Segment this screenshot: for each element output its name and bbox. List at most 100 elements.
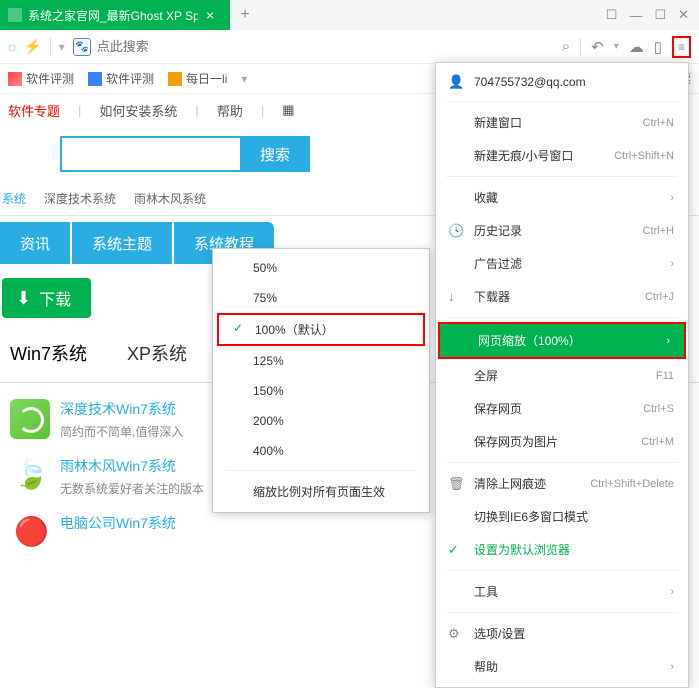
menu-save-page[interactable]: 保存网页 Ctrl+S: [436, 392, 688, 425]
lightning-icon[interactable]: ⚡: [24, 38, 41, 55]
chevron-right-icon: ›: [670, 192, 674, 204]
download-icon: ↓: [448, 289, 455, 304]
menu-label: 帮助: [474, 658, 498, 675]
cloud-icon[interactable]: ☁: [629, 38, 644, 56]
undo-chevron-icon[interactable]: ▾: [614, 41, 619, 52]
category-item[interactable]: 雨林木风系统: [134, 190, 206, 207]
tab-favicon: [8, 8, 22, 22]
check-icon: ✓: [448, 542, 459, 558]
system-title[interactable]: 深度技术Win7系统: [60, 399, 183, 419]
bookmark-icon: [168, 72, 182, 86]
blue-tab[interactable]: 系统主题: [72, 222, 172, 264]
search-input[interactable]: [97, 39, 554, 54]
maximize-icon[interactable]: ☐: [654, 7, 666, 23]
menu-clear-trace[interactable]: 🗑清除上网痕迹Ctrl+Shift+Delete: [436, 467, 688, 500]
search-icon[interactable]: ⌕: [562, 38, 570, 55]
menu-label: 清除上网痕迹: [474, 475, 546, 492]
bookmark-item[interactable]: 软件评测: [88, 70, 154, 87]
zoom-option-200[interactable]: 200%: [213, 406, 429, 436]
system-title[interactable]: 雨林木风Win7系统: [60, 456, 204, 476]
site-search-input[interactable]: [60, 136, 240, 172]
chevron-right-icon: ›: [670, 258, 674, 270]
menu-new-incognito[interactable]: 新建无痕/小号窗口Ctrl+Shift+N: [436, 139, 688, 172]
menu-label: 保存网页: [474, 400, 522, 417]
menu-save-image[interactable]: 保存网页为图片Ctrl+M: [436, 425, 688, 458]
menu-default-browser[interactable]: ✓设置为默认浏览器: [436, 533, 688, 566]
menu-adblock[interactable]: 广告过滤 ›: [436, 247, 688, 280]
hamburger-icon: ≡: [678, 40, 685, 54]
user-icon: 👤: [448, 74, 464, 90]
menu-label: 网页缩放（100%）: [478, 332, 581, 349]
menu-shortcut: Ctrl+M: [641, 436, 674, 448]
main-menu: 👤 704755732@qq.com 新建窗口 Ctrl+N 新建无痕/小号窗口Ct…: [435, 62, 689, 688]
baidu-paw-icon[interactable]: 🐾: [73, 38, 91, 56]
check-icon: ✓: [233, 321, 243, 335]
bookmark-chevron-icon[interactable]: ▾: [241, 72, 247, 86]
menu-label: 广告过滤: [474, 255, 522, 272]
menu-zoom[interactable]: 网页缩放（100%）›: [438, 322, 686, 359]
tab-title: 系统之家官网_最新Ghost XP Sp: [28, 7, 198, 24]
menu-shortcut: Ctrl+Shift+N: [614, 150, 674, 162]
zoom-option-100[interactable]: ✓ 100%（默认）: [217, 313, 425, 346]
feedback-icon[interactable]: ☐: [606, 7, 618, 23]
bookmark-label: 每日一li: [186, 70, 227, 87]
menu-shortcut: F11: [656, 370, 674, 382]
zoom-footer: 缩放比例对所有页面生效: [213, 475, 429, 508]
minimize-icon[interactable]: —: [629, 8, 642, 23]
menu-user[interactable]: 👤 704755732@qq.com: [436, 67, 688, 97]
bookmark-item[interactable]: 软件评测: [8, 70, 74, 87]
system-title[interactable]: 电脑公司Win7系统: [60, 513, 176, 533]
category-item[interactable]: 深度技术系统: [44, 190, 116, 207]
menu-favorites[interactable]: 收藏 ›: [436, 181, 688, 214]
menu-history[interactable]: 🕓历史记录Ctrl+H: [436, 214, 688, 247]
zoom-label: 100%（默认）: [255, 323, 334, 337]
menu-label: 历史记录: [474, 222, 522, 239]
chevron-down-icon[interactable]: ▾: [59, 40, 65, 54]
os-tab-win7[interactable]: Win7系统: [10, 340, 87, 374]
nav-install[interactable]: 如何安装系统: [99, 101, 177, 120]
menu-ie6[interactable]: 切换到IE6多窗口模式: [436, 500, 688, 533]
zoom-option-75[interactable]: 75%: [213, 283, 429, 313]
menu-label: 新建窗口: [474, 114, 522, 131]
search-box[interactable]: 🐾: [73, 38, 554, 56]
nav-help[interactable]: 帮助: [217, 101, 243, 120]
blue-tab[interactable]: 资讯: [0, 222, 70, 264]
zoom-option-150[interactable]: 150%: [213, 376, 429, 406]
system-desc: 无数系统爱好者关注的版本: [60, 480, 204, 497]
close-window-icon[interactable]: ✕: [678, 7, 689, 23]
bookmark-item[interactable]: 每日一li: [168, 70, 227, 87]
menu-fullscreen[interactable]: 全屏F11: [436, 359, 688, 392]
refresh-spinner-icon[interactable]: ◌: [8, 39, 16, 55]
menu-shortcut: Ctrl+N: [643, 117, 674, 129]
menu-label: 收藏: [474, 189, 498, 206]
zoom-option-125[interactable]: 125%: [213, 346, 429, 376]
address-bar: ◌ ⚡ ▾ 🐾 ⌕ ↶ ▾ ☁ ▯ ≡: [0, 30, 699, 64]
menu-new-window[interactable]: 新建窗口 Ctrl+N: [436, 106, 688, 139]
menu-label: 选项/设置: [474, 625, 525, 642]
new-tab-button[interactable]: +: [230, 0, 260, 30]
browser-tab[interactable]: 系统之家官网_最新Ghost XP Sp ×: [0, 0, 230, 30]
menu-shortcut: Ctrl+H: [643, 225, 674, 237]
zoom-option-50[interactable]: 50%: [213, 253, 429, 283]
os-tab-xp[interactable]: XP系统: [127, 340, 187, 374]
title-bar: 系统之家官网_最新Ghost XP Sp × + ☐ — ☐ ✕: [0, 0, 699, 30]
menu-label: 704755732@qq.com: [474, 75, 586, 89]
main-menu-button[interactable]: ≡: [672, 36, 691, 58]
menu-downloader[interactable]: ↓下载器Ctrl+J: [436, 280, 688, 313]
menu-help[interactable]: 帮助 ›: [436, 650, 688, 683]
menu-shortcut: Ctrl+J: [645, 291, 674, 303]
menu-options[interactable]: ⚙选项/设置: [436, 617, 688, 650]
zoom-option-400[interactable]: 400%: [213, 436, 429, 466]
menu-shortcut: Ctrl+S: [643, 403, 674, 415]
mobile-icon[interactable]: ▯: [654, 38, 662, 56]
undo-icon[interactable]: ↶: [591, 38, 604, 56]
category-item[interactable]: 系统: [2, 190, 26, 207]
system-icon: [10, 456, 50, 496]
chevron-right-icon: ›: [670, 661, 674, 673]
close-tab-icon[interactable]: ×: [206, 7, 214, 23]
download-button[interactable]: ⬇ 下载: [2, 278, 91, 318]
nav-hot[interactable]: 软件专题: [8, 101, 60, 120]
site-search-button[interactable]: 搜索: [240, 136, 310, 172]
bookmark-icon: [88, 72, 102, 86]
qr-small-icon[interactable]: ▦: [282, 102, 294, 118]
